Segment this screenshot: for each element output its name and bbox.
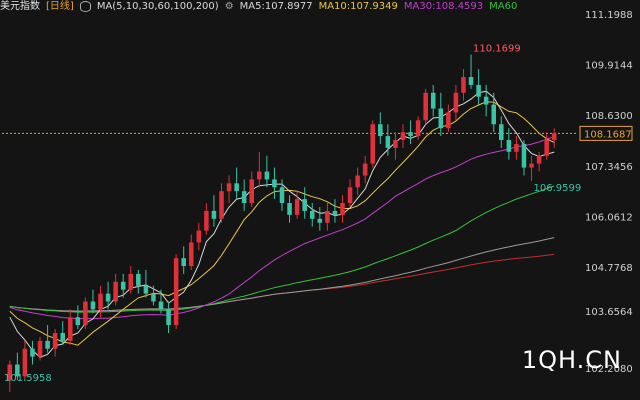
- candle-body: [408, 132, 413, 137]
- candle-body: [521, 143, 527, 168]
- y-tick-label: 106.0612: [585, 212, 633, 223]
- candle-body: [204, 210, 209, 231]
- candle-body: [430, 92, 436, 109]
- candle-body: [249, 179, 255, 204]
- y-tick-label: 107.3456: [585, 162, 633, 173]
- candle-body: [499, 124, 504, 141]
- candle-body: [83, 301, 88, 326]
- candle-body: [30, 348, 35, 357]
- candle-body: [423, 92, 428, 121]
- candle-body: [37, 340, 43, 357]
- candle-body: [544, 140, 549, 156]
- candle-body: [128, 273, 134, 290]
- candle-body: [446, 112, 451, 129]
- candle-body: [219, 191, 224, 219]
- candle-body: [529, 163, 534, 168]
- candle-body: [226, 183, 232, 192]
- candle-body: [400, 132, 406, 141]
- candle-body: [491, 104, 496, 125]
- y-tick-label: 111.1988: [585, 10, 633, 21]
- candle-body: [68, 317, 73, 341]
- candle-body: [181, 258, 186, 267]
- candle-body: [188, 242, 194, 267]
- recent-low-annotation: 106.9599: [534, 183, 582, 194]
- candle-body: [385, 136, 391, 148]
- candle-body: [468, 77, 474, 85]
- watermark: 1QH.CN: [521, 346, 622, 374]
- candle-body: [340, 203, 345, 215]
- candle-body: [166, 309, 171, 326]
- candle-body: [45, 340, 50, 349]
- candle-body: [347, 187, 353, 204]
- candle-body: [302, 199, 307, 211]
- candle-body: [90, 301, 96, 310]
- y-tick-label: 103.6564: [585, 307, 633, 318]
- candle-body: [483, 96, 489, 105]
- candle-body: [241, 191, 247, 204]
- ma5-line: [9, 90, 555, 358]
- candle-body: [52, 332, 58, 349]
- candle-body: [378, 124, 383, 137]
- candle-body: [151, 293, 156, 302]
- candle-body: [453, 92, 459, 113]
- candle-body: [514, 143, 519, 152]
- candle-body: [309, 210, 315, 219]
- candle-body: [279, 187, 285, 204]
- candle-body: [370, 124, 376, 164]
- candle-body: [355, 175, 360, 188]
- candle-body: [196, 230, 202, 243]
- candle-body: [234, 183, 239, 192]
- candle-body: [158, 301, 164, 310]
- candle-body: [105, 293, 111, 302]
- candlestick-chart[interactable]: 111.1988 109.9144 108.6300 107.3456 106.0612…: [0, 0, 640, 400]
- candle-body: [476, 84, 481, 97]
- candle-body: [325, 210, 330, 223]
- candle-body: [294, 199, 300, 215]
- candle-body: [506, 140, 512, 152]
- candle-body: [317, 218, 323, 223]
- candle-body: [264, 171, 270, 180]
- candle-body: [362, 163, 368, 176]
- current-price-label: 108.1687: [584, 129, 632, 140]
- candle-body: [75, 317, 81, 326]
- candle-body: [393, 140, 398, 148]
- candle-body: [415, 120, 421, 137]
- ma100-line: [9, 237, 555, 312]
- candle-body: [113, 281, 118, 302]
- start-low-annotation: 101.5958: [4, 373, 52, 384]
- candle-body: [438, 108, 444, 129]
- candle-body: [536, 155, 542, 164]
- candle-body: [257, 171, 262, 180]
- candle-body: [143, 285, 149, 294]
- candle-body: [461, 77, 466, 93]
- candle-body: [136, 273, 141, 286]
- candle-body: [60, 332, 65, 341]
- candle-body: [173, 258, 179, 326]
- y-tick-label: 104.7768: [585, 263, 633, 274]
- candle-body: [332, 210, 338, 215]
- candle-body: [211, 210, 217, 219]
- candle-body: [287, 203, 292, 215]
- candle-body: [272, 179, 277, 188]
- y-tick-label: 109.9144: [585, 61, 633, 72]
- candle-body: [551, 133, 557, 141]
- candle-body: [98, 293, 103, 310]
- high-annotation: 110.1699: [473, 44, 521, 55]
- ma30-line: [9, 136, 555, 320]
- candle-body: [120, 281, 126, 290]
- y-tick-label: 108.6300: [585, 111, 633, 122]
